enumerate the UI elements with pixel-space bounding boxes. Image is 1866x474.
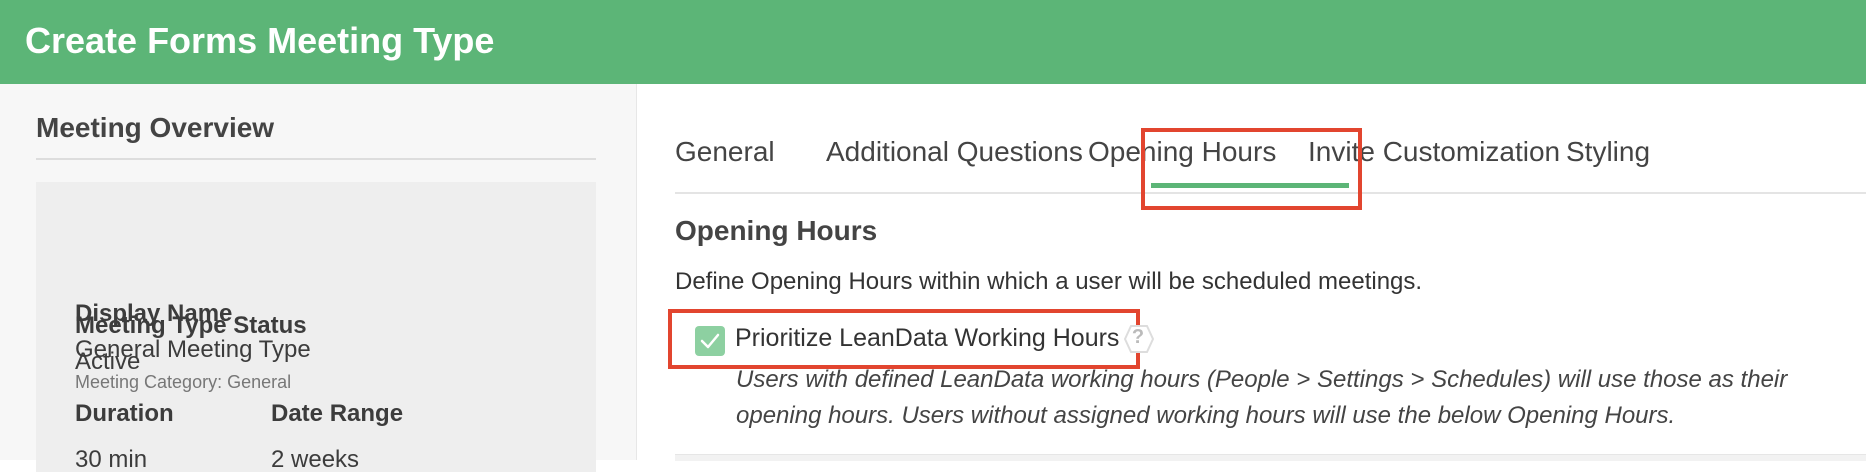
- page-header: Create Forms Meeting Type: [0, 0, 1866, 84]
- prioritize-working-hours-checkbox[interactable]: [695, 326, 725, 356]
- tab-additional-questions[interactable]: Additional Questions: [826, 136, 1083, 168]
- check-icon: [700, 333, 720, 349]
- status-label: Meeting Type Status: [75, 312, 307, 339]
- sidebar-title: Meeting Overview: [36, 112, 275, 143]
- tab-styling[interactable]: Styling: [1566, 136, 1650, 168]
- working-hours-note-line1: Users with defined LeanData working hour…: [736, 366, 1788, 393]
- page-title: Create Forms Meeting Type: [25, 20, 495, 61]
- status-value: Active: [75, 348, 141, 375]
- meeting-overview-sidebar: Meeting Overview Display Name General Me…: [0, 84, 637, 473]
- section-title: Opening Hours: [675, 215, 878, 246]
- duration-value: 30 min: [75, 446, 148, 473]
- date-range-value: 2 weeks: [271, 446, 360, 473]
- checkbox-label[interactable]: Prioritize LeanData Working Hours: [735, 324, 1119, 353]
- question-icon[interactable]: ?: [1123, 324, 1155, 354]
- working-hours-note-line2: opening hours. Users without assigned wo…: [736, 402, 1676, 429]
- tab-general[interactable]: General: [675, 136, 775, 168]
- main-panel: General Additional Questions Opening Hou…: [637, 84, 1866, 461]
- date-range-label: Date Range: [271, 400, 404, 427]
- tab-highlight-box: [1141, 128, 1362, 210]
- section-description: Define Opening Hours within which a user…: [675, 268, 1423, 295]
- duration-label: Duration: [75, 400, 174, 427]
- sidebar-divider: [36, 158, 596, 160]
